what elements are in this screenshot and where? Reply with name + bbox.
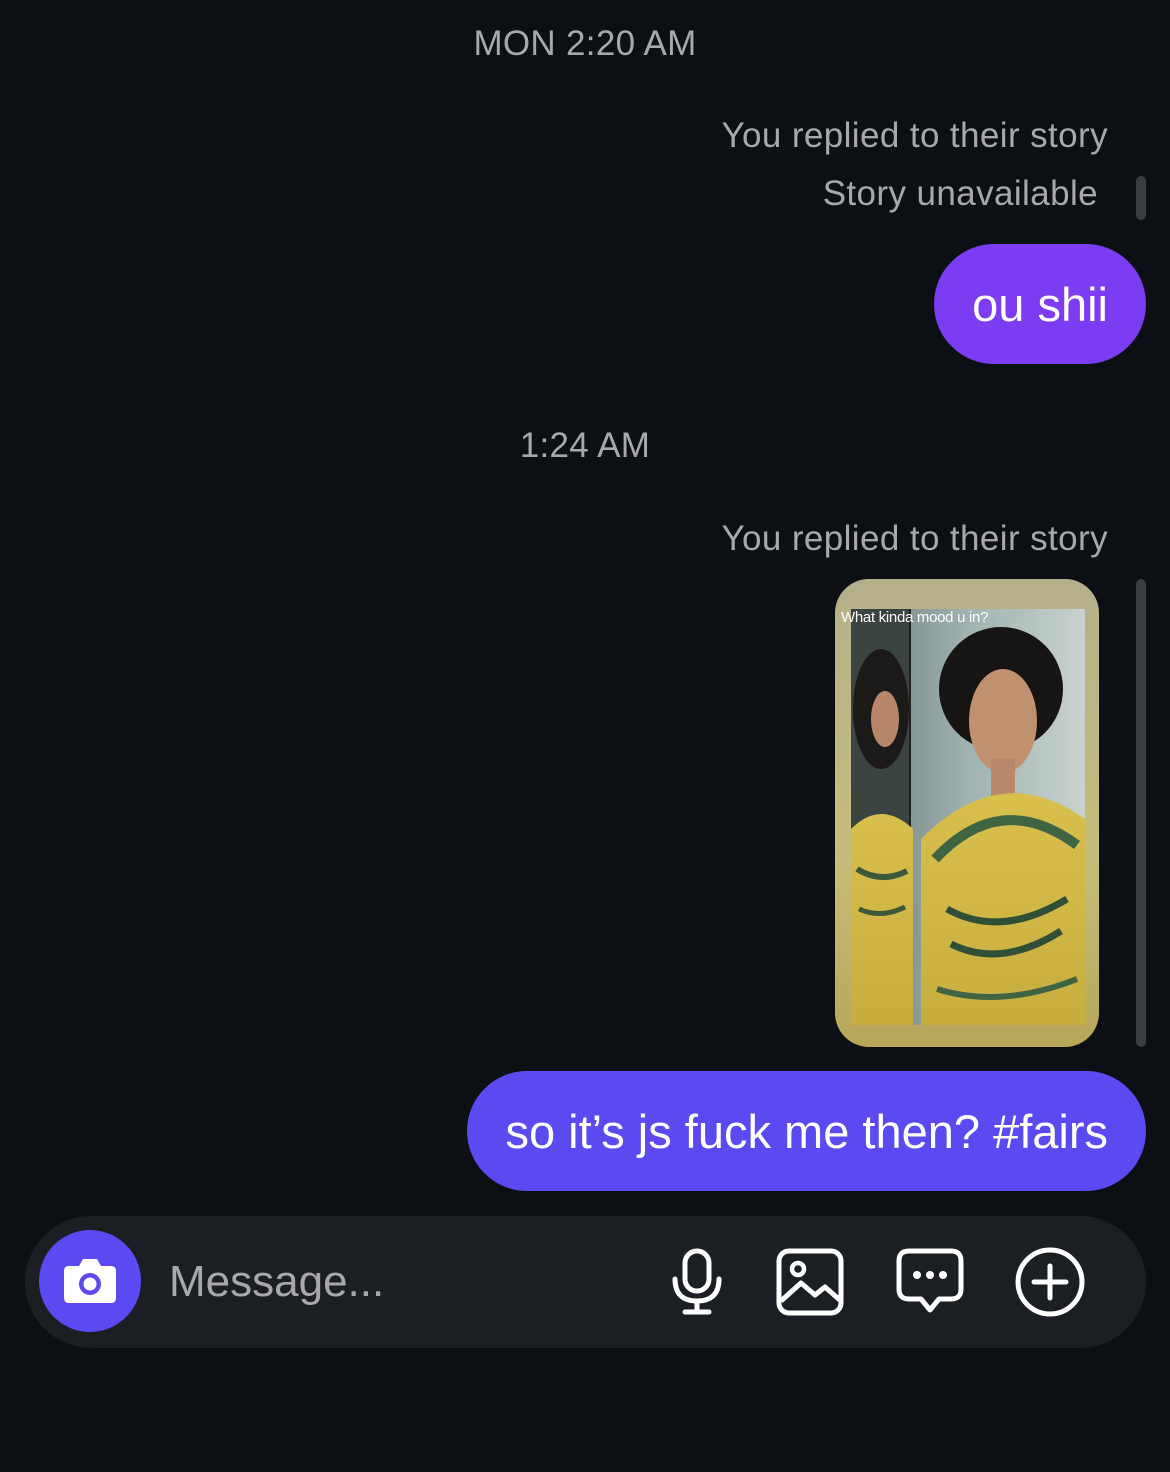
story-preview-card[interactable]: What kinda mood u in? [835, 579, 1099, 1047]
story-reply-note: You replied to their story [721, 116, 1108, 155]
sent-message-bubble[interactable]: ou shii [934, 244, 1146, 364]
timestamp: MON 2:20 AM [473, 24, 697, 63]
camera-icon [64, 1259, 116, 1303]
message-input[interactable] [169, 1250, 629, 1314]
gallery-icon [776, 1248, 844, 1316]
gallery-button[interactable] [772, 1244, 848, 1320]
quote-bar [1136, 176, 1146, 220]
message-text: ou shii [972, 277, 1108, 331]
quote-bar [1136, 579, 1146, 1047]
story-photo-illustration [851, 609, 1085, 1025]
microphone-button[interactable] [659, 1244, 735, 1320]
story-image [851, 609, 1085, 1025]
message-composer [25, 1216, 1146, 1348]
sent-message-bubble[interactable]: so it’s js fuck me then? #fairs [467, 1071, 1146, 1191]
plus-circle-icon [1015, 1247, 1085, 1317]
more-options-button[interactable] [1012, 1244, 1088, 1320]
message-text: so it’s js fuck me then? #fairs [505, 1104, 1108, 1158]
story-reply-note: You replied to their story [721, 519, 1108, 558]
camera-button[interactable] [39, 1230, 141, 1332]
story-caption: What kinda mood u in? [841, 609, 989, 626]
story-unavailable-label[interactable]: Story unavailable [823, 174, 1098, 214]
microphone-icon [672, 1248, 722, 1315]
timestamp: 1:24 AM [519, 426, 651, 465]
sticker-chat-icon [896, 1248, 964, 1313]
sticker-chat-button[interactable] [892, 1244, 968, 1320]
